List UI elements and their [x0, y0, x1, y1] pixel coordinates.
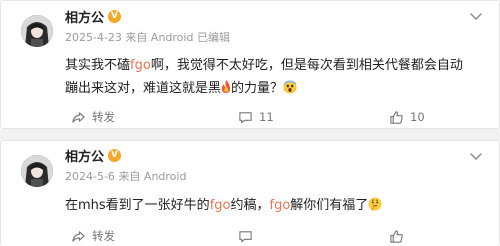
topic-link[interactable]: fgo: [210, 198, 231, 213]
text-segment: 约稿，: [230, 198, 270, 213]
scream-emoji-icon: [283, 80, 297, 94]
username-text[interactable]: 相方公: [65, 146, 104, 165]
username[interactable]: 相方公 V: [65, 7, 122, 26]
topic-link[interactable]: fgo: [130, 58, 151, 73]
post-text: 其实我不磕fgo啊，我觉得不太好吃，但是每次看到相关代餐都会自动蹦出来这对，难道…: [65, 54, 475, 100]
share-label: 转发: [92, 229, 115, 243]
text-segment: 在mhs看到了一张好牛的: [65, 198, 210, 213]
post-meta: 2025-4-23 来自 Android 已编辑: [65, 31, 230, 44]
like-button[interactable]: 10: [389, 107, 425, 127]
action-bar: 转发 11 10: [1, 107, 500, 127]
comment-button[interactable]: [238, 226, 259, 246]
text-segment: 其实我不磕: [65, 58, 131, 73]
comment-icon: [239, 111, 252, 123]
card-divider: [0, 129, 500, 140]
chevron-down-icon[interactable]: [469, 9, 483, 23]
comment-feed: 相方公 V 2025-4-23 来自 Android 已编辑 其实我不磕fgo啊…: [0, 0, 500, 246]
thinking-emoji-icon: [368, 197, 382, 211]
like-button[interactable]: [389, 226, 410, 246]
vip-badge-icon: V: [108, 149, 122, 162]
chevron-down-icon[interactable]: [469, 149, 483, 163]
like-count: 10: [410, 110, 425, 124]
text-segment: 解你们有福了: [290, 198, 369, 213]
share-icon: [72, 230, 85, 242]
comment-count: 11: [259, 110, 274, 124]
comment-card: 相方公 V 2025-4-23 来自 Android 已编辑 其实我不磕fgo啊…: [0, 0, 500, 129]
share-label: 转发: [92, 110, 115, 124]
share-button[interactable]: 转发: [71, 226, 115, 246]
username-text[interactable]: 相方公: [65, 7, 104, 26]
avatar[interactable]: [21, 155, 53, 187]
comment-card: 相方公 V 2024-5-6 来自 Android 在mhs看到了一张好牛的fg…: [0, 140, 500, 246]
fire-emoji-icon: [222, 80, 231, 93]
text-segment: 的力量？: [231, 81, 284, 96]
topic-link[interactable]: fgo: [270, 198, 291, 213]
username[interactable]: 相方公 V: [65, 146, 122, 165]
like-icon: [390, 229, 403, 243]
post-text: 在mhs看到了一张好牛的fgo约稿，fgo解你们有福了: [65, 194, 475, 217]
comment-icon: [239, 230, 252, 242]
vip-badge-icon: V: [108, 10, 122, 23]
comment-button[interactable]: 11: [238, 107, 274, 127]
share-button[interactable]: 转发: [71, 107, 115, 127]
share-icon: [72, 111, 85, 123]
post-meta: 2024-5-6 来自 Android: [65, 170, 187, 183]
action-bar: 转发: [1, 226, 500, 246]
avatar[interactable]: [21, 15, 53, 47]
like-icon: [390, 110, 403, 124]
